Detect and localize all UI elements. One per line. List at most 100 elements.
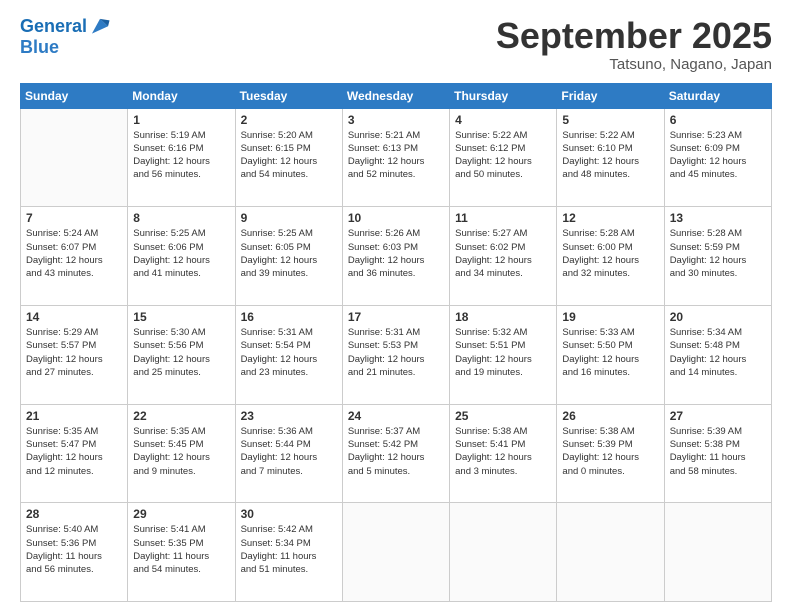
day-number: 1 [133, 113, 229, 127]
weekday-header: Tuesday [235, 83, 342, 108]
calendar-cell: 5 Sunrise: 5:22 AM Sunset: 6:10 PM Daylig… [557, 108, 664, 207]
day-info: Sunrise: 5:40 AM Sunset: 5:36 PM Dayligh… [26, 523, 122, 576]
day-info: Sunrise: 5:30 AM Sunset: 5:56 PM Dayligh… [133, 326, 229, 379]
day-number: 24 [348, 409, 444, 423]
calendar-cell [450, 503, 557, 602]
day-info: Sunrise: 5:26 AM Sunset: 6:03 PM Dayligh… [348, 227, 444, 280]
calendar-cell: 27Sunrise: 5:39 AM Sunset: 5:38 PM Dayli… [664, 404, 771, 503]
calendar-cell: 7 Sunrise: 5:24 AM Sunset: 6:07 PM Daylig… [21, 207, 128, 306]
weekday-header: Thursday [450, 83, 557, 108]
calendar-cell: 3 Sunrise: 5:21 AM Sunset: 6:13 PM Daylig… [342, 108, 449, 207]
calendar-cell: 21 Sunrise: 5:35 AM Sunset: 5:47 PM Dayli… [21, 404, 128, 503]
day-number: 23 [241, 409, 337, 423]
day-info: Sunrise: 5:33 AM Sunset: 5:50 PM Dayligh… [562, 326, 658, 379]
day-info: Sunrise: 5:28 AM Sunset: 6:00 PM Dayligh… [562, 227, 658, 280]
day-info: Sunrise: 5:22 AM Sunset: 6:12 PM Dayligh… [455, 129, 551, 182]
calendar-cell: 30 Sunrise: 5:42 AM Sunset: 5:34 PM Dayli… [235, 503, 342, 602]
calendar-cell: 23Sunrise: 5:36 AM Sunset: 5:44 PM Dayli… [235, 404, 342, 503]
calendar-week-row: 21 Sunrise: 5:35 AM Sunset: 5:47 PM Dayli… [21, 404, 772, 503]
day-number: 16 [241, 310, 337, 324]
calendar-cell: 29 Sunrise: 5:41 AM Sunset: 5:35 PM Dayli… [128, 503, 235, 602]
calendar-cell: 6 Sunrise: 5:23 AM Sunset: 6:09 PM Daylig… [664, 108, 771, 207]
calendar-cell: 19 Sunrise: 5:33 AM Sunset: 5:50 PM Dayli… [557, 305, 664, 404]
calendar-cell: 1 Sunrise: 5:19 AM Sunset: 6:16 PM Daylig… [128, 108, 235, 207]
calendar-cell: 18 Sunrise: 5:32 AM Sunset: 5:51 PM Dayli… [450, 305, 557, 404]
day-number: 2 [241, 113, 337, 127]
day-info: Sunrise: 5:31 AM Sunset: 5:54 PM Dayligh… [241, 326, 337, 379]
calendar-cell: 14Sunrise: 5:29 AM Sunset: 5:57 PM Dayli… [21, 305, 128, 404]
day-info: Sunrise: 5:27 AM Sunset: 6:02 PM Dayligh… [455, 227, 551, 280]
day-number: 5 [562, 113, 658, 127]
day-info: Sunrise: 5:23 AM Sunset: 6:09 PM Dayligh… [670, 129, 766, 182]
weekday-header: Saturday [664, 83, 771, 108]
day-number: 15 [133, 310, 229, 324]
calendar-cell: 24 Sunrise: 5:37 AM Sunset: 5:42 PM Dayli… [342, 404, 449, 503]
weekday-header: Sunday [21, 83, 128, 108]
calendar-week-row: 1 Sunrise: 5:19 AM Sunset: 6:16 PM Daylig… [21, 108, 772, 207]
title-block: September 2025 Tatsuno, Nagano, Japan [496, 16, 772, 73]
weekday-header: Friday [557, 83, 664, 108]
day-number: 18 [455, 310, 551, 324]
day-number: 17 [348, 310, 444, 324]
day-info: Sunrise: 5:28 AM Sunset: 5:59 PM Dayligh… [670, 227, 766, 280]
day-info: Sunrise: 5:42 AM Sunset: 5:34 PM Dayligh… [241, 523, 337, 576]
calendar-cell [664, 503, 771, 602]
calendar-table: SundayMondayTuesdayWednesdayThursdayFrid… [20, 83, 772, 602]
day-number: 25 [455, 409, 551, 423]
day-info: Sunrise: 5:32 AM Sunset: 5:51 PM Dayligh… [455, 326, 551, 379]
day-number: 21 [26, 409, 122, 423]
calendar-cell [557, 503, 664, 602]
calendar-cell: 10 Sunrise: 5:26 AM Sunset: 6:03 PM Dayli… [342, 207, 449, 306]
calendar-cell [21, 108, 128, 207]
calendar-header-row: SundayMondayTuesdayWednesdayThursdayFrid… [21, 83, 772, 108]
calendar-cell: 4Sunrise: 5:22 AM Sunset: 6:12 PM Daylig… [450, 108, 557, 207]
day-info: Sunrise: 5:39 AM Sunset: 5:38 PM Dayligh… [670, 425, 766, 478]
day-number: 7 [26, 211, 122, 225]
calendar-cell: 20Sunrise: 5:34 AM Sunset: 5:48 PM Dayli… [664, 305, 771, 404]
day-number: 8 [133, 211, 229, 225]
day-info: Sunrise: 5:41 AM Sunset: 5:35 PM Dayligh… [133, 523, 229, 576]
day-number: 26 [562, 409, 658, 423]
logo-blue: Blue [20, 37, 59, 57]
calendar-cell: 22Sunrise: 5:35 AM Sunset: 5:45 PM Dayli… [128, 404, 235, 503]
calendar-week-row: 14Sunrise: 5:29 AM Sunset: 5:57 PM Dayli… [21, 305, 772, 404]
day-info: Sunrise: 5:31 AM Sunset: 5:53 PM Dayligh… [348, 326, 444, 379]
calendar-cell: 9 Sunrise: 5:25 AM Sunset: 6:05 PM Daylig… [235, 207, 342, 306]
day-info: Sunrise: 5:37 AM Sunset: 5:42 PM Dayligh… [348, 425, 444, 478]
day-number: 28 [26, 507, 122, 521]
day-info: Sunrise: 5:38 AM Sunset: 5:39 PM Dayligh… [562, 425, 658, 478]
day-number: 9 [241, 211, 337, 225]
calendar-cell: 12 Sunrise: 5:28 AM Sunset: 6:00 PM Dayli… [557, 207, 664, 306]
day-number: 22 [133, 409, 229, 423]
day-number: 10 [348, 211, 444, 225]
day-info: Sunrise: 5:38 AM Sunset: 5:41 PM Dayligh… [455, 425, 551, 478]
calendar-cell: 11 Sunrise: 5:27 AM Sunset: 6:02 PM Dayli… [450, 207, 557, 306]
day-number: 11 [455, 211, 551, 225]
day-number: 3 [348, 113, 444, 127]
month-title: September 2025 [496, 16, 772, 56]
day-number: 6 [670, 113, 766, 127]
calendar-week-row: 28 Sunrise: 5:40 AM Sunset: 5:36 PM Dayli… [21, 503, 772, 602]
logo: General Blue [20, 16, 111, 58]
weekday-header: Monday [128, 83, 235, 108]
day-number: 30 [241, 507, 337, 521]
day-info: Sunrise: 5:19 AM Sunset: 6:16 PM Dayligh… [133, 129, 229, 182]
day-info: Sunrise: 5:22 AM Sunset: 6:10 PM Dayligh… [562, 129, 658, 182]
calendar-cell: 8Sunrise: 5:25 AM Sunset: 6:06 PM Daylig… [128, 207, 235, 306]
day-info: Sunrise: 5:21 AM Sunset: 6:13 PM Dayligh… [348, 129, 444, 182]
day-number: 19 [562, 310, 658, 324]
day-info: Sunrise: 5:24 AM Sunset: 6:07 PM Dayligh… [26, 227, 122, 280]
day-info: Sunrise: 5:35 AM Sunset: 5:47 PM Dayligh… [26, 425, 122, 478]
calendar-cell: 13Sunrise: 5:28 AM Sunset: 5:59 PM Dayli… [664, 207, 771, 306]
calendar-cell: 28 Sunrise: 5:40 AM Sunset: 5:36 PM Dayli… [21, 503, 128, 602]
page: General Blue September 2025 Tatsuno, Nag… [0, 0, 792, 612]
day-info: Sunrise: 5:25 AM Sunset: 6:05 PM Dayligh… [241, 227, 337, 280]
calendar-week-row: 7 Sunrise: 5:24 AM Sunset: 6:07 PM Daylig… [21, 207, 772, 306]
day-number: 29 [133, 507, 229, 521]
calendar-cell: 15 Sunrise: 5:30 AM Sunset: 5:56 PM Dayli… [128, 305, 235, 404]
day-number: 20 [670, 310, 766, 324]
calendar-cell: 17 Sunrise: 5:31 AM Sunset: 5:53 PM Dayli… [342, 305, 449, 404]
day-info: Sunrise: 5:29 AM Sunset: 5:57 PM Dayligh… [26, 326, 122, 379]
day-number: 12 [562, 211, 658, 225]
calendar-cell [342, 503, 449, 602]
